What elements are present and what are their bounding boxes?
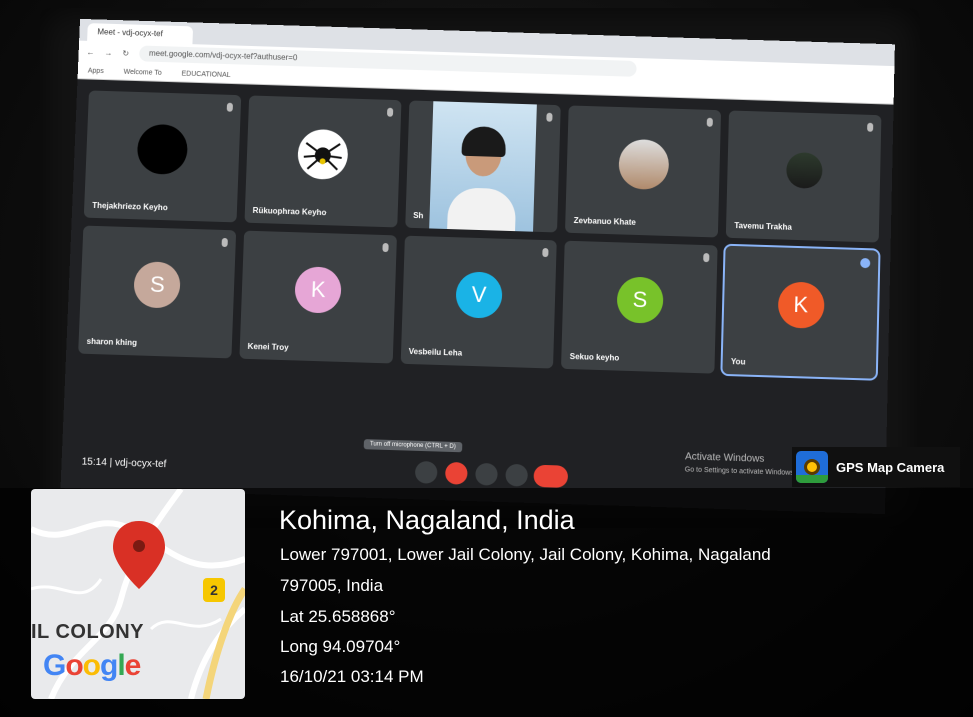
present-button[interactable]: [475, 462, 498, 486]
mic-button[interactable]: [414, 460, 438, 484]
road-number-badge: 2: [203, 578, 225, 602]
forward-icon[interactable]: →: [104, 48, 112, 57]
camera-button[interactable]: [444, 461, 468, 485]
participant-name: Vesbeilu Leha: [408, 346, 463, 358]
participant-tile[interactable]: V Vesbeilu Leha: [400, 235, 558, 369]
avatar: V: [455, 271, 503, 319]
participant-tile-self[interactable]: K You: [720, 243, 881, 381]
participant-name: Tavemu Trakha: [734, 221, 792, 232]
participant-tile[interactable]: S Sekuo keyho: [561, 240, 718, 374]
mic-off-icon: [226, 102, 233, 112]
tooltip: Turn off microphone (CTRL + D): [363, 439, 463, 453]
participant-name: Zevbanuo Khate: [573, 216, 636, 227]
activate-windows-watermark: Activate Windows Go to Settings to activ…: [685, 451, 797, 480]
avatar: K: [294, 266, 343, 314]
participant-name: You: [730, 357, 746, 367]
participant-name: sharon khing: [86, 336, 138, 348]
participant-video: [428, 101, 537, 232]
meeting-code: 15:14 | vdj-ocyx-tef: [81, 456, 167, 471]
spider-icon: [304, 129, 349, 171]
participant-tile[interactable]: Thejakhriezo Keyho: [83, 90, 242, 223]
participant-tile[interactable]: K Kenei Troy: [239, 230, 397, 364]
reload-icon[interactable]: ↻: [122, 48, 129, 57]
bookmark-item[interactable]: EDUCATIONAL: [181, 70, 230, 78]
avatar: [617, 138, 670, 191]
participant-tile[interactable]: S sharon khing: [78, 225, 236, 359]
mic-off-icon: [542, 247, 549, 258]
avatar: S: [616, 276, 664, 324]
participant-name: Kenei Troy: [247, 341, 289, 353]
google-logo: Google: [43, 649, 141, 682]
longitude: Long 94.09704°: [280, 637, 401, 656]
mic-off-icon: [386, 107, 393, 117]
location-title: Kohima, Nagaland, India: [279, 505, 575, 535]
avatar: [136, 123, 189, 175]
gps-app-badge: GPS Map Camera: [792, 447, 960, 487]
mic-off-icon: [867, 122, 874, 132]
mic-off-icon: [706, 117, 714, 127]
laptop-screen: Meet - vdj-ocyx-tef ← → ↻ meet.google.co…: [60, 18, 895, 515]
participant-tile[interactable]: Tavemu Trakha: [725, 110, 882, 243]
map-area-label: IL COLONY: [31, 621, 145, 643]
leave-call-button[interactable]: [533, 464, 569, 488]
participant-name: Sh: [413, 210, 424, 221]
address-line-2: 797005, India: [280, 576, 384, 595]
participant-tile[interactable]: Zevbanuo Khate: [565, 105, 722, 238]
participant-tile[interactable]: Rükuophrao Keyho: [244, 95, 402, 228]
browser-tab[interactable]: Meet - vdj-ocyx-tef: [87, 23, 193, 45]
back-icon[interactable]: ←: [86, 47, 94, 56]
participant-name: Rükuophrao Keyho: [252, 205, 327, 218]
address-line-1: Lower 797001, Lower Jail Colony, Jail Co…: [280, 545, 771, 564]
avatar: [785, 151, 823, 189]
avatar: K: [777, 281, 825, 329]
more-options-icon[interactable]: [860, 257, 871, 269]
participant-name: Thejakhriezo Keyho: [92, 200, 168, 213]
participant-grid: Thejakhriezo Keyho Rükuophrao Keyho Sh Z…: [78, 90, 882, 381]
latitude: Lat 25.658868°: [280, 607, 396, 626]
avatar: S: [133, 261, 182, 309]
activate-subtitle: Go to Settings to activate Windows.: [684, 466, 796, 477]
mic-off-icon: [703, 253, 710, 263]
gps-camera-icon: [796, 451, 828, 483]
mic-off-icon: [546, 112, 553, 122]
gps-app-name: GPS Map Camera: [836, 459, 945, 475]
more-options-button[interactable]: [505, 463, 529, 487]
participant-name: Sekuo keyho: [569, 351, 620, 363]
bookmark-item[interactable]: Apps: [88, 67, 104, 74]
datetime: 16/10/21 03:14 PM: [280, 667, 424, 686]
mic-off-icon: [221, 237, 228, 248]
bookmark-item[interactable]: Welcome To: [123, 68, 161, 76]
avatar: [297, 128, 349, 181]
mic-off-icon: [381, 242, 389, 253]
activate-title: Activate Windows: [684, 451, 765, 465]
participant-tile[interactable]: Sh: [404, 100, 562, 233]
